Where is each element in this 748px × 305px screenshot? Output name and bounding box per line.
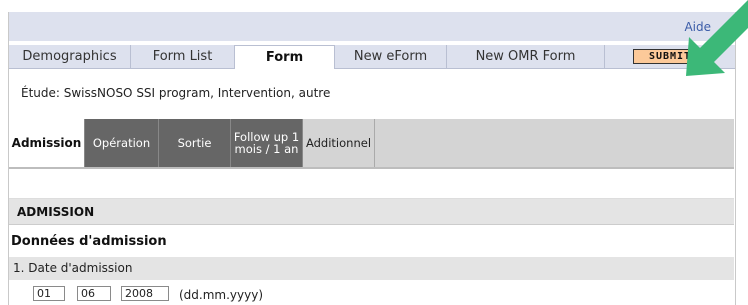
help-link[interactable]: Aide xyxy=(684,20,711,34)
tab-demographics[interactable]: Demographics xyxy=(9,45,131,68)
subtab-additionnel[interactable]: Additionnel xyxy=(303,119,375,167)
group-title: Données d'admission xyxy=(11,234,167,249)
subtab-sortie[interactable]: Sortie xyxy=(159,119,231,167)
study-line: Étude: SwissNOSO SSI program, Interventi… xyxy=(21,86,331,100)
tab-form-list[interactable]: Form List xyxy=(131,45,235,68)
subtab-admission[interactable]: Admission xyxy=(9,119,85,167)
form-page: Aide Demographics Form List Form New eFo… xyxy=(8,12,736,305)
sub-tab-bar: Admission Opération Sortie Follow up 1 m… xyxy=(9,119,734,169)
subtab-operation[interactable]: Opération xyxy=(85,119,159,167)
day-input[interactable] xyxy=(33,286,65,301)
date-format-hint: (dd.mm.yyyy) xyxy=(179,288,264,302)
submit-button[interactable]: SUBMIT xyxy=(633,49,707,64)
answer-row: (dd.mm.yyyy) xyxy=(9,282,734,305)
main-tab-bar: Demographics Form List Form New eForm Ne… xyxy=(9,45,735,69)
question-row: 1. Date d'admission xyxy=(9,257,734,280)
tab-form[interactable]: Form xyxy=(235,45,335,69)
subtab-follow-up[interactable]: Follow up 1 mois / 1 an xyxy=(231,119,303,167)
submit-cell: SUBMIT xyxy=(605,45,735,68)
tab-new-omr-form[interactable]: New OMR Form xyxy=(447,45,605,68)
question-label: 1. Date d'admission xyxy=(13,261,133,275)
year-input[interactable] xyxy=(121,286,169,301)
top-bar: Aide xyxy=(9,12,735,41)
tab-new-eform[interactable]: New eForm xyxy=(335,45,447,68)
month-input[interactable] xyxy=(77,286,111,301)
section-title: ADMISSION xyxy=(17,205,95,219)
section-header: ADMISSION xyxy=(9,198,734,225)
